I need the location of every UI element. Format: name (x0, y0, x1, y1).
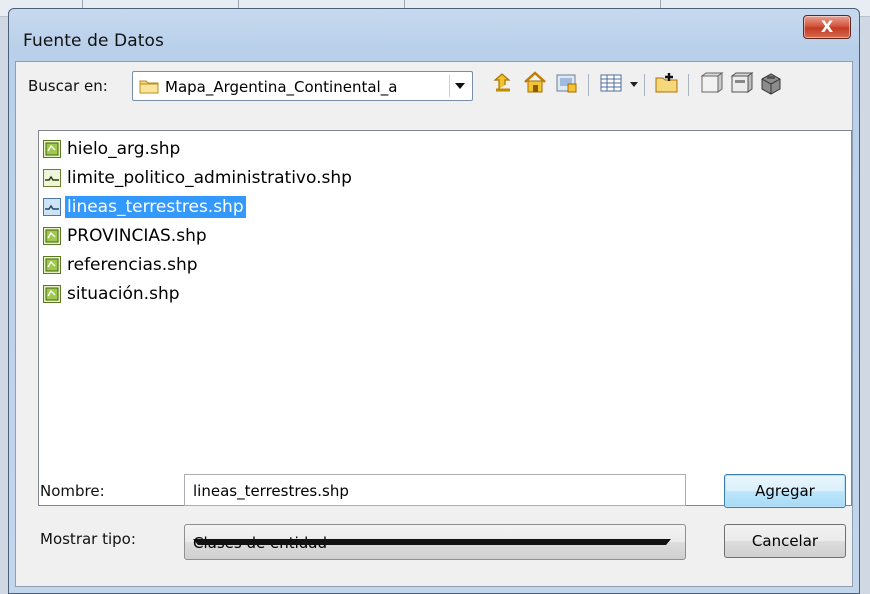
line-shapefile-icon (43, 198, 61, 216)
polygon-shapefile-icon (43, 256, 61, 274)
line-shapefile-icon (43, 169, 61, 187)
file-name: limite_politico_administrativo.shp (67, 168, 352, 188)
toolbox-icon[interactable] (758, 70, 784, 96)
file-name: situación.shp (67, 284, 180, 304)
dialog-title: Fuente de Datos (23, 31, 164, 51)
polygon-shapefile-icon (43, 140, 61, 158)
title-bar[interactable]: Fuente de Datos X (9, 9, 859, 59)
home-icon[interactable] (522, 70, 548, 96)
name-field-value: lineas_terrestres.shp (193, 482, 349, 500)
close-button[interactable]: X (803, 15, 851, 39)
lookin-combobox[interactable]: Mapa_Argentina_Continental_a (132, 71, 473, 101)
chevron-down-icon[interactable] (630, 82, 638, 87)
polygon-shapefile-icon (43, 285, 61, 303)
list-view-icon[interactable] (598, 70, 624, 96)
lookin-value: Mapa_Argentina_Continental_a (165, 78, 398, 96)
chevron-down-icon[interactable] (193, 539, 671, 545)
polygon-shapefile-icon (43, 227, 61, 245)
cancel-button[interactable]: Cancelar (724, 524, 846, 558)
close-icon: X (820, 17, 834, 36)
file-list[interactable]: hielo_arg.shp limite_politico_administra… (38, 130, 852, 506)
file-name-selected: lineas_terrestres.shp (65, 196, 246, 218)
new-folder-icon[interactable] (654, 70, 680, 96)
toolbar-separator (688, 74, 689, 96)
data-source-dialog: Fuente de Datos X Buscar en: Mapa_Argent… (8, 8, 860, 594)
add-button[interactable]: Agregar (724, 474, 846, 508)
up-level-icon[interactable] (490, 70, 516, 96)
connect-folder-icon[interactable] (554, 70, 580, 96)
type-select[interactable]: Clases de entidad (184, 524, 686, 560)
toolbar-separator (644, 74, 645, 96)
toolbar-separator (588, 74, 589, 96)
catalog-icon[interactable] (698, 70, 724, 96)
lookin-label: Buscar en: (28, 77, 108, 95)
database-icon[interactable] (728, 70, 754, 96)
file-name: referencias.shp (67, 255, 198, 275)
folder-icon (139, 78, 159, 94)
chevron-down-icon[interactable] (449, 75, 470, 97)
type-label: Mostrar tipo: (40, 530, 136, 548)
file-name: hielo_arg.shp (67, 139, 181, 159)
name-label: Nombre: (40, 482, 105, 500)
file-name: PROVINCIAS.shp (67, 226, 207, 246)
dialog-body: Buscar en: Mapa_Argentina_Continental_a (15, 61, 853, 587)
name-field[interactable]: lineas_terrestres.shp (184, 474, 686, 506)
